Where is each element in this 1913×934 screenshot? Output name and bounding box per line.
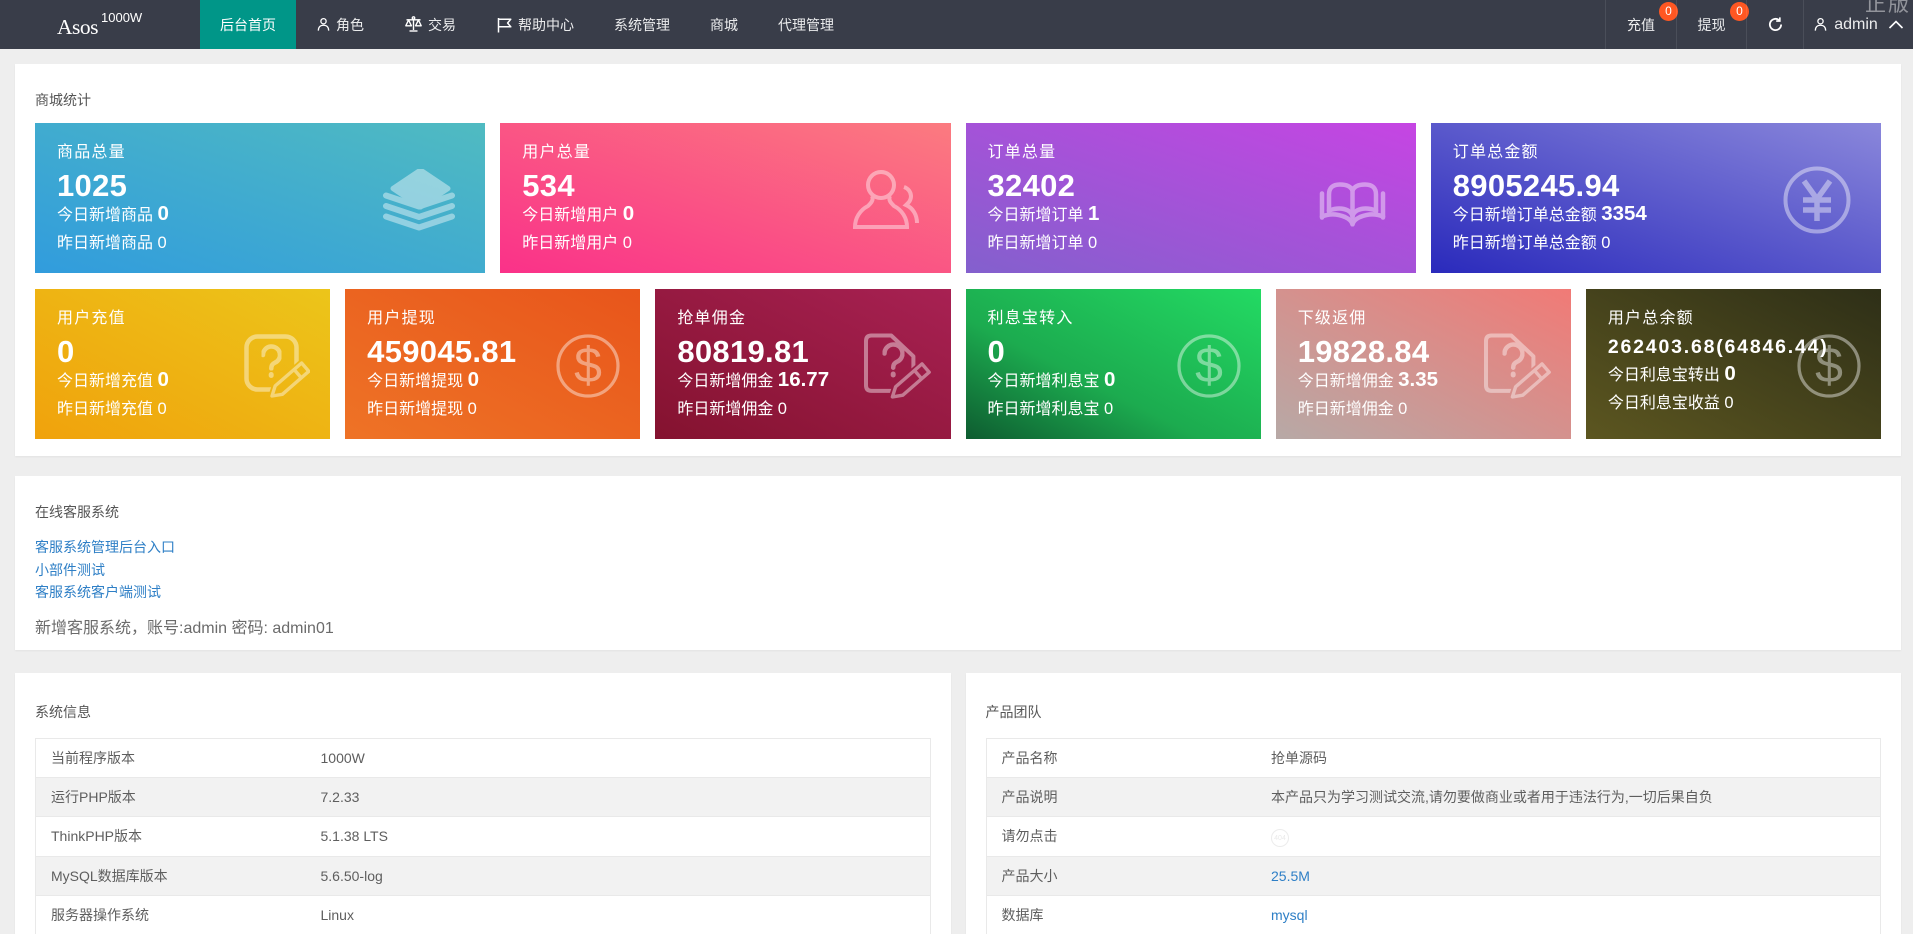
svg-text:$: $ [574, 337, 602, 393]
svg-text:$: $ [1195, 337, 1223, 393]
svg-text:$: $ [1815, 337, 1843, 393]
